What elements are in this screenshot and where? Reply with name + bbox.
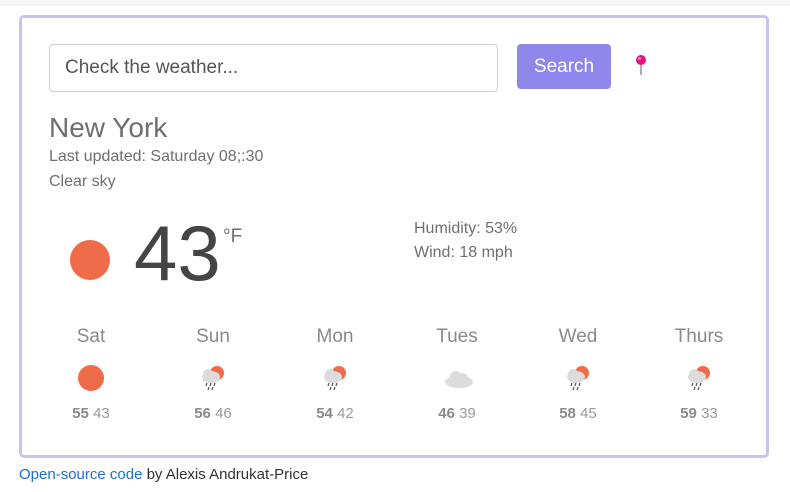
forecast-low: 33 [701,405,718,422]
forecast-low: 46 [215,405,232,422]
forecast-low: 39 [459,405,476,422]
footer-author: by Alexis Andrukat-Price [142,466,309,483]
forecast-day-name: Mon [316,326,354,347]
forecast-temps: 54 42 [280,405,390,422]
wind-speed: Wind: 18 mph [414,244,513,261]
rain-sun-icon [198,363,228,393]
current-temperature: 43 [134,209,221,297]
forecast-day-name: Thurs [674,326,724,347]
forecast-low: 42 [337,405,354,422]
forecast-high: 58 [559,405,576,422]
forecast-high: 55 [72,405,89,422]
rain-sun-icon [320,363,350,393]
cloud-icon [442,363,473,393]
forecast-day: Sun 56 46 [158,326,268,422]
rain-sun-icon [684,363,714,393]
forecast-day: Sat 55 43 [36,326,146,422]
forecast-temps: 46 39 [402,405,512,422]
forecast-low: 45 [580,405,597,422]
footer: Open-source code by Alexis Andrukat-Pric… [19,466,308,483]
weather-description: Clear sky [49,173,116,190]
forecast-temps: 58 45 [523,405,633,422]
weather-card: Search New York Last updated: Saturday 0… [19,15,769,458]
humidity: Humidity: 53% [414,220,518,237]
forecast-row: Sat 55 43 Sun 56 46 Mon 54 42 Tues 46 39… [22,326,766,446]
location-pin-icon[interactable] [633,53,649,77]
forecast-high: 54 [316,405,333,422]
forecast-temps: 55 43 [36,405,146,422]
forecast-high: 59 [680,405,697,422]
forecast-temps: 56 46 [158,405,268,422]
sun-icon [76,363,106,393]
forecast-day-name: Sun [196,326,230,347]
forecast-day-name: Tues [436,326,478,347]
search-button[interactable]: Search [517,44,611,89]
forecast-day: Tues 46 39 [402,326,512,422]
forecast-day: Mon 54 42 [280,326,390,422]
city-name: New York [49,112,168,143]
last-updated: Last updated: Saturday 08;:30 [49,148,264,165]
temperature-unit[interactable]: °F [223,226,242,248]
forecast-day: Thurs 59 33 [644,326,754,422]
rain-sun-icon [563,363,593,393]
forecast-high: 46 [438,405,455,422]
clear-sky-sun-icon [70,240,110,280]
search-input[interactable] [49,44,498,92]
forecast-day-name: Wed [558,326,598,347]
forecast-day: Wed 58 45 [523,326,633,422]
forecast-low: 43 [93,405,110,422]
forecast-temps: 59 33 [644,405,754,422]
source-code-link[interactable]: Open-source code [19,466,142,483]
top-strip [0,0,790,6]
forecast-high: 56 [194,405,211,422]
forecast-day-name: Sat [76,326,106,347]
